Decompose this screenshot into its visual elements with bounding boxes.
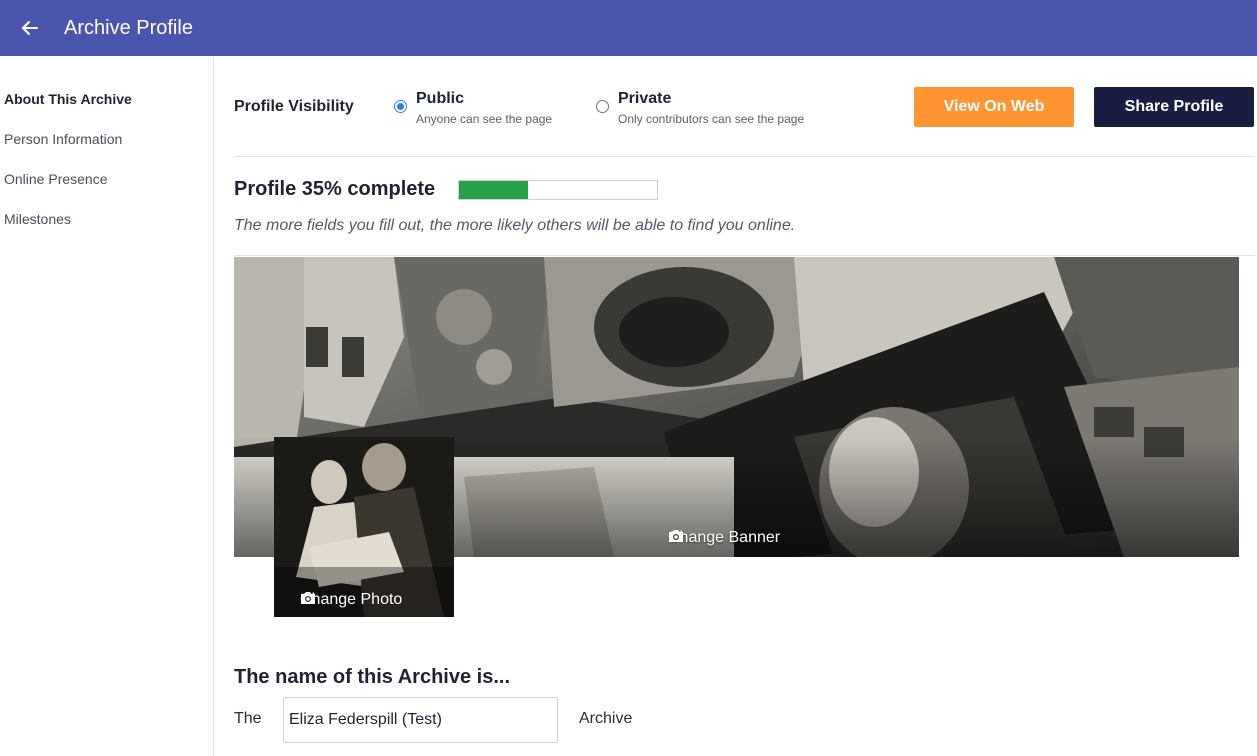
page-title: Archive Profile — [64, 17, 193, 39]
top-app-bar: Archive Profile — [0, 0, 1257, 56]
sidebar-item-milestones[interactable]: Milestones — [4, 210, 71, 228]
camera-icon — [301, 592, 315, 604]
view-on-web-button[interactable]: View On Web — [914, 87, 1074, 127]
sidebar: About This Archive Person Information On… — [0, 56, 214, 756]
archive-name-heading: The name of this Archive is... — [234, 666, 510, 688]
sidebar-item-online-presence[interactable]: Online Presence — [4, 170, 108, 188]
arrow-left-icon — [22, 21, 38, 35]
main-content: Profile Visibility Public Anyone can see… — [214, 56, 1257, 756]
sidebar-item-person-information[interactable]: Person Information — [4, 130, 122, 148]
change-photo-button[interactable]: Change Photo — [300, 591, 402, 609]
public-radio-title: Public — [416, 90, 465, 107]
archive-name-input[interactable] — [283, 697, 558, 743]
private-radio-subtitle: Only contributors can see the page — [618, 112, 805, 126]
completion-hint: The more fields you fill out, the more l… — [234, 217, 796, 234]
public-radio[interactable] — [394, 100, 407, 113]
profile-photo-image — [274, 437, 454, 617]
archive-name-suffix: Archive — [579, 710, 633, 727]
change-banner-button[interactable]: Change Banner — [668, 529, 780, 547]
private-radio-title: Private — [618, 90, 672, 107]
share-profile-button[interactable]: Share Profile — [1094, 87, 1254, 127]
change-banner-label: Change Banner — [668, 529, 781, 546]
divider — [234, 156, 1255, 157]
profile-progress-bar — [458, 180, 658, 200]
profile-photo[interactable]: Change Photo — [274, 437, 454, 617]
archive-name-prefix: The — [234, 710, 262, 727]
sidebar-item-about[interactable]: About This Archive — [4, 90, 132, 108]
back-button[interactable] — [16, 14, 44, 42]
visibility-label: Profile Visibility — [234, 98, 354, 115]
divider — [234, 255, 1255, 256]
profile-completion-title: Profile 35% complete — [234, 178, 436, 200]
private-radio[interactable] — [596, 100, 609, 113]
camera-icon — [669, 530, 683, 542]
public-radio-subtitle: Anyone can see the page — [416, 112, 553, 126]
progress-bar-fill — [459, 181, 529, 199]
